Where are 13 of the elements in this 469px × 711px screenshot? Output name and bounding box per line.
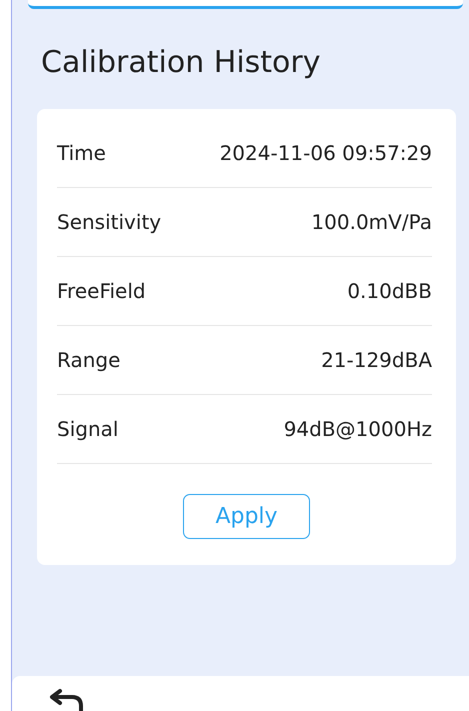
field-value: 21-129dBA — [321, 348, 432, 372]
page-title: Calibration History — [41, 45, 322, 81]
field-value: 2024-11-06 09:57:29 — [220, 141, 432, 165]
field-label: Signal — [57, 417, 118, 441]
field-label: Time — [57, 141, 106, 165]
field-value: 100.0mV/Pa — [311, 210, 432, 234]
apply-button[interactable]: Apply — [183, 494, 310, 539]
field-label: FreeField — [57, 279, 146, 303]
field-value: 0.10dBB — [347, 279, 432, 303]
field-value: 94dB@1000Hz — [284, 417, 432, 441]
back-icon[interactable] — [48, 688, 84, 711]
field-label: Sensitivity — [57, 210, 162, 234]
field-label: Range — [57, 348, 120, 372]
